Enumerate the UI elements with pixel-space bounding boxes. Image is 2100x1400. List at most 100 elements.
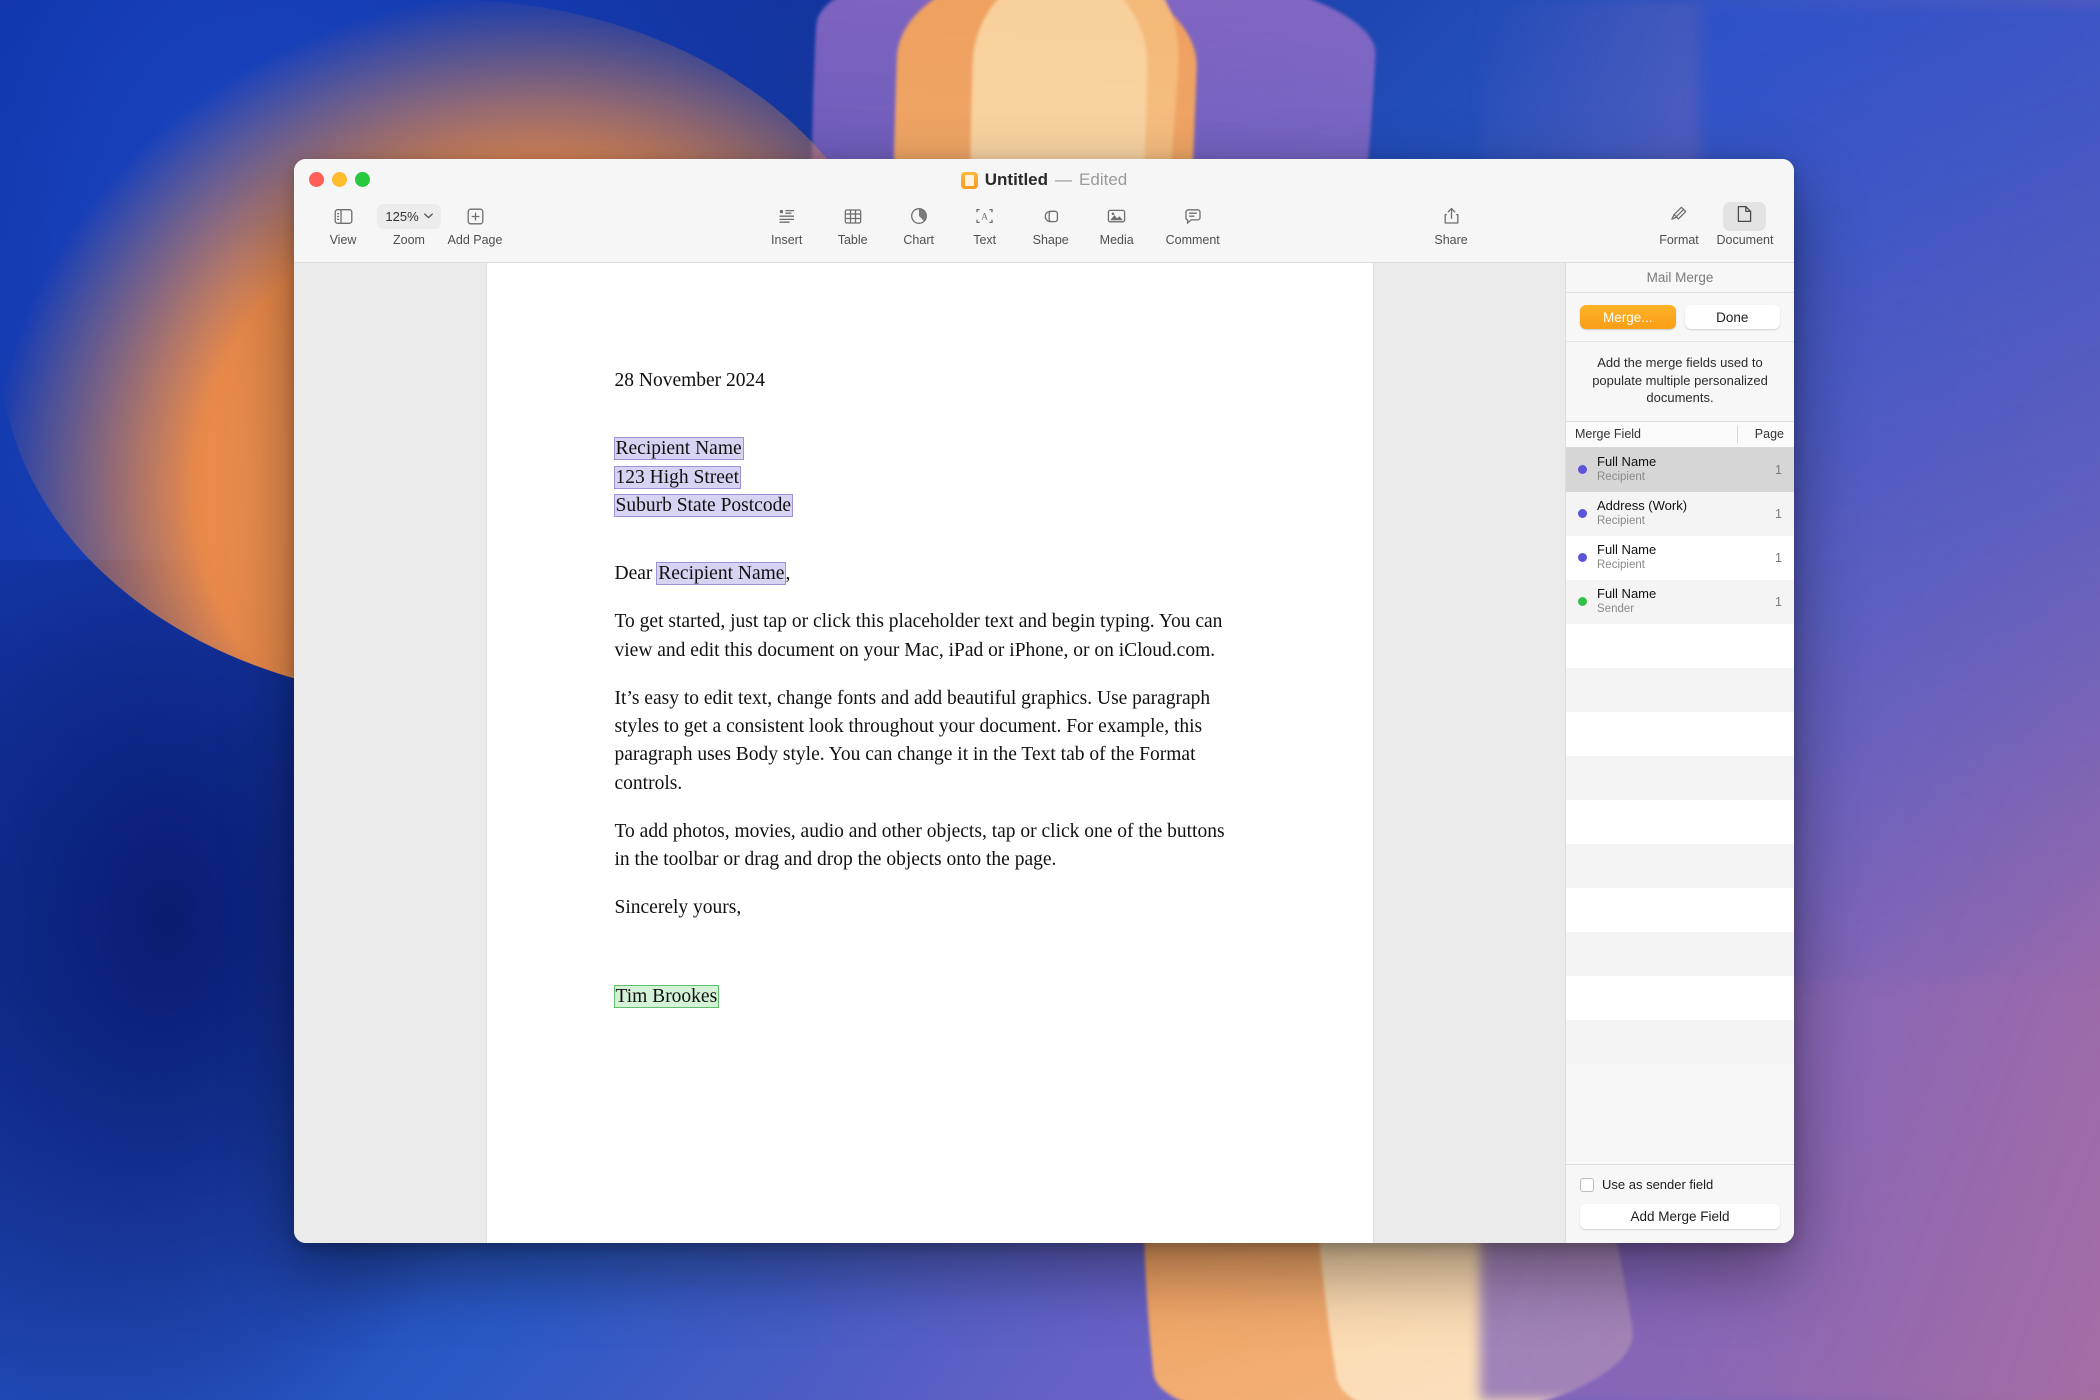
merge-field-name: Full Name — [1597, 453, 1657, 469]
document-title: Untitled — [984, 170, 1049, 189]
merge-field-source: Recipient — [1597, 558, 1645, 571]
merge-field-name: Address (Work) — [1597, 497, 1688, 513]
merge-field-row[interactable]: Full Name Sender 1 — [1566, 579, 1794, 624]
recipient-address-block: Recipient Name 123 High Street Suburb St… — [614, 435, 1245, 520]
spacer-after-date — [615, 415, 1245, 435]
chart-label: Chart — [903, 233, 934, 247]
merge-field-page: 1 — [1775, 506, 1782, 521]
zoom-label: Zoom — [393, 233, 425, 247]
merge-field-list[interactable]: Full Name Recipient 1 Address (Work) Recipie… — [1566, 447, 1794, 1164]
document-page[interactable]: 28 November 2024 Recipient Name 123 High… — [486, 263, 1373, 1243]
document-icon-box — [1723, 201, 1767, 231]
merge-field-empty-row[interactable] — [1566, 755, 1794, 800]
shape-label: Shape — [1032, 233, 1069, 247]
insert-list-icon — [778, 203, 796, 229]
letter-signature: Tim Brookes — [614, 983, 1245, 1011]
shapes-icon — [1042, 203, 1060, 229]
merge-field-name: Full Name — [1597, 541, 1657, 557]
salutation-suffix: , — [785, 563, 791, 585]
format-icon-box — [1670, 203, 1688, 229]
merge-field-row[interactable]: Full Name Recipient 1 — [1566, 535, 1794, 580]
body-paragraph-1: To get started, just tap or click this p… — [614, 611, 1223, 661]
share-label: Share — [1434, 233, 1468, 247]
spacer-before-signature — [615, 943, 1245, 963]
merge-list-header: Merge Field Page — [1566, 421, 1794, 448]
merge-token-address-street[interactable]: 123 High Street — [614, 466, 740, 488]
merge-token-salutation-name[interactable]: Recipient Name — [657, 563, 786, 585]
merge-field-empty-row[interactable] — [1566, 799, 1794, 844]
zoom-control[interactable]: 125% Zoom — [376, 201, 442, 247]
zoom-value-box: 125% — [377, 203, 441, 229]
insert-button[interactable]: Insert — [754, 201, 820, 247]
merge-button[interactable]: Merge... — [1580, 305, 1676, 329]
use-as-sender-field-checkbox[interactable] — [1580, 1177, 1594, 1192]
use-as-sender-field-row[interactable]: Use as sender field — [1580, 1177, 1780, 1192]
text-button[interactable]: A Text — [952, 201, 1018, 247]
merge-field-color-dot — [1578, 597, 1587, 607]
window-title-group: Untitled — Edited — [294, 170, 1794, 190]
merge-field-empty-row[interactable] — [1566, 711, 1794, 756]
comment-bubble-icon — [1184, 203, 1202, 229]
view-button[interactable]: View — [310, 201, 376, 247]
add-merge-field-button[interactable]: Add Merge Field — [1580, 1204, 1780, 1229]
merge-field-text: Full Name Recipient — [1597, 453, 1738, 484]
view-label: View — [329, 233, 357, 247]
table-grid-icon — [844, 203, 862, 229]
add-page-button[interactable]: Add Page — [442, 201, 508, 247]
insert-label: Insert — [771, 233, 803, 247]
shape-button[interactable]: Shape — [1018, 201, 1084, 247]
format-brush-icon — [1670, 205, 1688, 228]
letter-date: 28 November 2024 — [614, 370, 766, 391]
merge-field-color-dot — [1578, 553, 1587, 563]
window-titlebar: Untitled — Edited — [294, 159, 1794, 201]
window-body: 28 November 2024 Recipient Name 123 High… — [294, 263, 1794, 1243]
body-paragraph-3: To add photos, movies, audio and other o… — [614, 820, 1225, 871]
pages-window: Untitled — Edited View 125% Zoom Add Pag… — [294, 159, 1794, 1243]
merge-field-empty-row[interactable] — [1566, 887, 1794, 932]
letter-closing: Sincerely yours, — [614, 897, 742, 919]
document-button[interactable]: Document — [1712, 201, 1778, 247]
spacer-after-address — [615, 520, 1245, 540]
merge-field-empty-row[interactable] — [1566, 843, 1794, 888]
merge-token-recipient-name[interactable]: Recipient Name — [614, 438, 743, 460]
panel-title: Mail Merge — [1566, 263, 1794, 293]
text-label: Text — [973, 233, 997, 247]
column-header-page: Page — [1754, 427, 1784, 442]
document-text[interactable]: 28 November 2024 Recipient Name 123 High… — [614, 367, 1245, 1011]
merge-field-empty-row[interactable] — [1566, 623, 1794, 668]
column-header-merge-field: Merge Field — [1575, 427, 1641, 442]
merge-field-page: 1 — [1775, 594, 1782, 609]
panel-footer: Use as sender field Add Merge Field — [1566, 1164, 1794, 1243]
merge-token-sender-name[interactable]: Tim Brookes — [614, 985, 719, 1007]
merge-field-empty-row[interactable] — [1566, 931, 1794, 976]
add-page-label: Add Page — [447, 233, 503, 247]
letter-salutation: Dear Recipient Name, — [615, 560, 1245, 588]
done-button[interactable]: Done — [1684, 305, 1780, 329]
document-edit-state: Edited — [1079, 170, 1128, 189]
spacer-after-address-2 — [615, 540, 1245, 560]
merge-token-address-suburb[interactable]: Suburb State Postcode — [614, 494, 792, 516]
comment-label: Comment — [1165, 233, 1220, 247]
mail-merge-panel: Mail Merge Merge... Done Add the merge f… — [1565, 263, 1794, 1243]
plus-box-icon — [467, 203, 484, 229]
merge-field-empty-row[interactable] — [1566, 667, 1794, 712]
merge-field-source: Recipient — [1597, 470, 1645, 483]
share-button[interactable]: Share — [1424, 201, 1478, 247]
comment-button[interactable]: Comment — [1150, 201, 1236, 247]
zoom-popup-button[interactable]: 125% — [377, 203, 441, 229]
zoom-value: 125% — [385, 208, 419, 224]
chart-button[interactable]: Chart — [886, 201, 952, 247]
toolbar-right-group: Format Document — [1646, 201, 1778, 247]
merge-field-text: Full Name Recipient — [1597, 541, 1738, 572]
document-canvas[interactable]: 28 November 2024 Recipient Name 123 High… — [294, 263, 1565, 1243]
media-button[interactable]: Media — [1084, 201, 1150, 247]
merge-field-empty-row[interactable] — [1566, 975, 1794, 1020]
document-label: Document — [1716, 233, 1774, 247]
address-line: Suburb State Postcode — [614, 492, 1245, 520]
table-button[interactable]: Table — [820, 201, 886, 247]
merge-field-empty-row[interactable] — [1566, 1019, 1794, 1064]
merge-field-row[interactable]: Address (Work) Recipient 1 — [1566, 491, 1794, 536]
merge-field-row[interactable]: Full Name Recipient 1 — [1566, 447, 1794, 492]
merge-field-source: Recipient — [1597, 514, 1645, 527]
format-button[interactable]: Format — [1646, 201, 1712, 247]
